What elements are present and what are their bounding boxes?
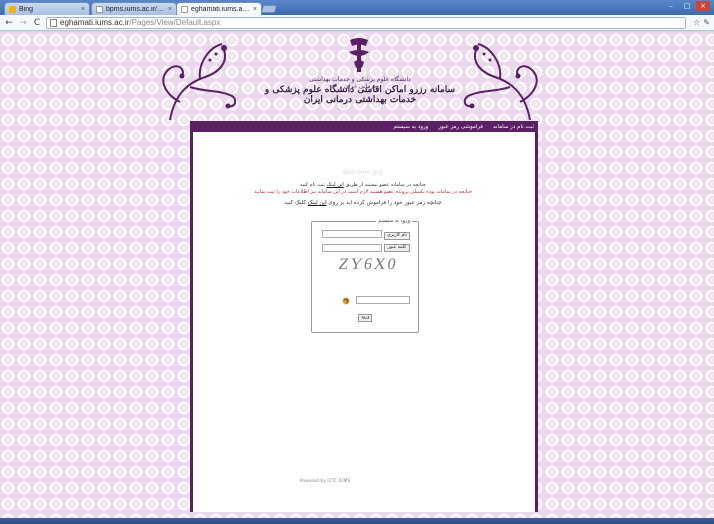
welcome-text: Welcome guy <box>342 169 384 176</box>
page-favicon-icon <box>96 5 103 13</box>
tab-title: eghamati.iums.ac.ir <box>191 5 250 13</box>
username-label: نام کاربری <box>384 232 410 240</box>
password-input[interactable] <box>322 244 382 252</box>
tab-close-icon[interactable]: × <box>168 6 172 13</box>
login-form: ورود به سیستم نام کاربری کلمه عبور ZY6X0… <box>311 218 419 333</box>
browser-navbar: ← → C eghamati.iums.ac.ir/Pages/View/Def… <box>0 15 714 31</box>
forward-icon[interactable]: → <box>18 18 28 28</box>
close-window-icon[interactable]: × <box>696 1 710 11</box>
star-icon[interactable]: ☆ <box>693 18 700 27</box>
site-title: سامانه رزرو اماکن اقامتی دانشگاه علوم پز… <box>264 85 456 105</box>
page-icon <box>50 18 57 27</box>
captcha-input[interactable] <box>356 296 410 304</box>
tab-close-icon[interactable]: × <box>81 6 85 13</box>
maximize-icon[interactable]: □ <box>680 1 694 11</box>
university-logo-icon <box>349 38 369 72</box>
forgot-password-message: چنانچه رمز عبور خود را فراموش کرده اید ب… <box>213 200 513 206</box>
os-taskbar <box>0 518 714 524</box>
reload-icon[interactable]: C <box>32 18 42 28</box>
message-text: ثبت نام کنید <box>299 182 326 188</box>
back-icon[interactable]: ← <box>4 18 14 28</box>
address-bar[interactable]: eghamati.iums.ac.ir/Pages/View/Default.a… <box>46 16 686 29</box>
register-message: چنانچه در سامانه عضو نیستید از طریق این … <box>213 182 513 188</box>
tab-bing[interactable]: Bing × <box>4 2 90 15</box>
login-legend: ورود به سیستم <box>376 218 412 224</box>
password-label: کلمه عبور <box>384 244 410 252</box>
profile-message: چنانچه در سامانه بوده تکمیلی پرونده عضو … <box>254 189 472 195</box>
page-viewport: دانشگاه علوم پزشکی و خدمات بهداشتی درمان… <box>0 32 714 518</box>
message-text: کلیک کنید <box>284 200 306 206</box>
menu-item-forgot-password[interactable]: فراموشی رمز عبور <box>438 124 483 130</box>
register-link[interactable]: این لینک <box>327 182 344 188</box>
wrench-icon[interactable]: ✎ <box>703 18 710 27</box>
tab-eghamati[interactable]: eghamati.iums.ac.ir × <box>176 2 262 15</box>
bing-favicon-icon <box>9 5 16 13</box>
window-controls: – □ × <box>664 1 710 11</box>
tab-close-icon[interactable]: × <box>253 6 257 13</box>
floral-ornament-left-icon <box>162 43 237 120</box>
message-text: چنانچه در سامانه عضو نیستید از طریق <box>345 182 427 188</box>
browser-tabstrip: Bing × bpms.iums.ac.ir/Pag × eghamati.iu… <box>0 0 714 15</box>
url-host: eghamati.iums.ac.ir <box>60 18 130 27</box>
message-text: چنانچه رمز عبور خود را فراموش کرده اید ب… <box>328 200 442 206</box>
captcha-image: ZY6X0 <box>324 256 408 280</box>
captcha-refresh-icon[interactable] <box>342 297 350 305</box>
floral-ornament-right-icon <box>463 43 538 120</box>
main-menu: ثبت نام در سامانه فراموشی رمز عبور ورود … <box>190 121 538 132</box>
tab-title: Bing <box>19 5 34 13</box>
login-submit-button[interactable]: ورود <box>358 314 372 322</box>
menu-item-login[interactable]: ورود به سیستم <box>393 124 428 130</box>
site-header: دانشگاه علوم پزشکی و خدمات بهداشتی درمان… <box>150 32 570 120</box>
page-favicon-icon <box>181 5 188 13</box>
url-path: /Pages/View/Default.aspx <box>129 18 221 27</box>
minimize-icon[interactable]: – <box>664 1 678 11</box>
tab-title: bpms.iums.ac.ir/Pag <box>106 5 165 13</box>
menu-item-register[interactable]: ثبت نام در سامانه <box>493 124 534 130</box>
captcha-text: ZY6X0 <box>337 256 400 273</box>
content-panel: Welcome guy چنانچه در سامانه عضو نیستید … <box>190 132 538 512</box>
forgot-password-link[interactable]: این لینک <box>308 200 327 206</box>
username-input[interactable] <box>322 230 382 238</box>
footer-text: Powered by ICTC IUMS <box>299 479 351 484</box>
new-tab-button[interactable] <box>260 5 278 13</box>
tab-bpms[interactable]: bpms.iums.ac.ir/Pag × <box>91 2 177 15</box>
